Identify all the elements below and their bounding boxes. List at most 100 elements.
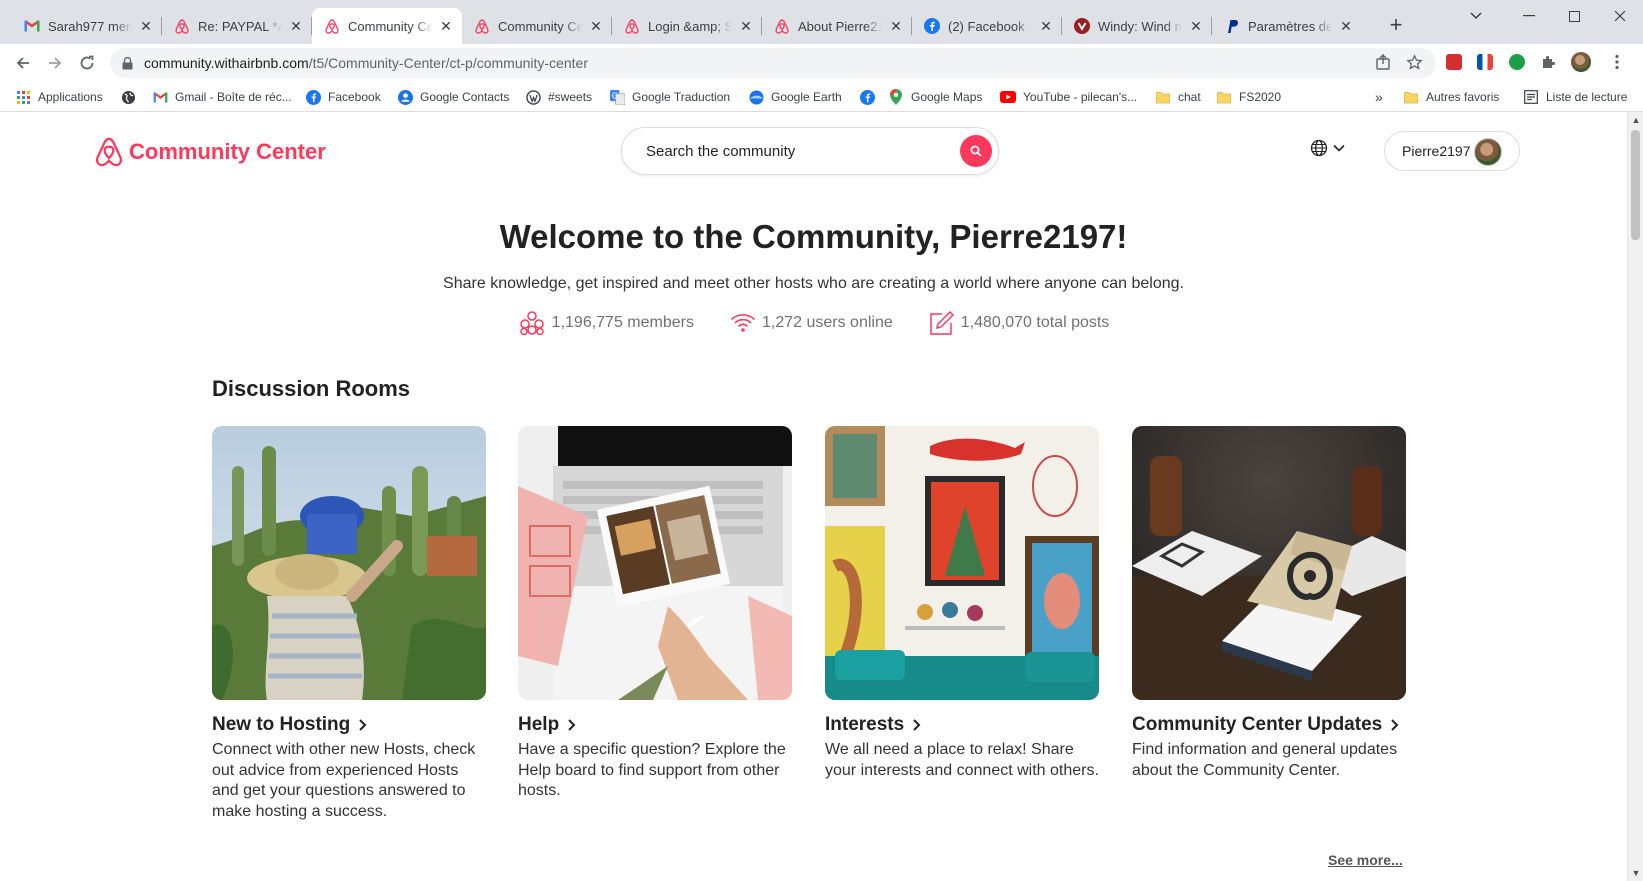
french-flag-icon[interactable] xyxy=(1477,54,1493,70)
room-image-updates[interactable] xyxy=(1132,426,1406,700)
new-tab-button[interactable]: + xyxy=(1384,14,1408,38)
maps-pin-icon xyxy=(888,89,904,105)
back-arrow-icon[interactable] xyxy=(11,51,35,75)
tab-search-chevron-icon[interactable] xyxy=(1453,0,1499,32)
chevron-right-icon xyxy=(568,719,576,731)
tab-title: Sarah977 mentio xyxy=(48,18,132,34)
room-image-interests[interactable] xyxy=(825,426,1099,700)
room-title: Interests xyxy=(825,714,905,735)
reading-list-button[interactable]: Liste de lecture xyxy=(1523,87,1627,107)
chevron-right-icon xyxy=(913,719,921,731)
bookmark-globe[interactable] xyxy=(120,87,143,107)
airbnb-icon xyxy=(95,137,123,167)
room-card-help[interactable]: Help Have a specific question? Explore t… xyxy=(518,426,792,802)
close-icon[interactable]: ✕ xyxy=(588,18,604,34)
maximize-button[interactable] xyxy=(1551,0,1597,32)
airbnb-icon xyxy=(174,18,190,34)
folder-icon xyxy=(1216,89,1232,105)
bookmark-folder-fs2020[interactable]: FS2020 xyxy=(1216,87,1281,107)
tab-2[interactable]: Re: PAYPAL *AIRB ✕ xyxy=(162,8,312,44)
scroll-up-arrow-icon[interactable]: ▲ xyxy=(1628,112,1643,128)
reload-icon[interactable] xyxy=(75,51,99,75)
translate-icon: G xyxy=(609,89,625,105)
tab-7[interactable]: (2) Facebook ✕ xyxy=(912,8,1062,44)
tab-5[interactable]: Login &amp; Secu ✕ xyxy=(612,8,762,44)
share-icon[interactable] xyxy=(1372,51,1394,73)
bookmark-gmail[interactable]: Gmail - Boîte de réc... xyxy=(152,87,292,107)
address-bar[interactable]: community.withairbnb.com/t5/Community-Ce… xyxy=(110,48,1436,78)
tab-title: Windy: Wind ma xyxy=(1098,18,1182,34)
bookmark-facebook[interactable]: Facebook xyxy=(305,87,381,107)
close-icon[interactable]: ✕ xyxy=(1188,18,1204,34)
tab-title: About Pierre2197 xyxy=(798,18,882,34)
see-more-link[interactable]: See more... xyxy=(1328,852,1403,868)
bookmarks-overflow-button[interactable]: » xyxy=(1375,87,1383,107)
close-icon[interactable]: ✕ xyxy=(888,18,904,34)
profile-avatar[interactable] xyxy=(1571,52,1591,72)
room-link[interactable]: Interests xyxy=(825,714,1099,736)
scroll-down-arrow-icon[interactable]: ▼ xyxy=(1628,865,1643,881)
minimize-button[interactable] xyxy=(1506,0,1552,32)
tab-3-active[interactable]: Community Cente ✕ xyxy=(312,8,462,44)
lock-icon[interactable] xyxy=(122,56,134,70)
bookmark-label: chat xyxy=(1178,90,1201,104)
facebook-icon xyxy=(305,89,321,105)
bookmark-label: Gmail - Boîte de réc... xyxy=(175,90,292,104)
bookmark-youtube[interactable]: YouTube - pilecan's... xyxy=(1000,87,1137,107)
bookmark-label: Facebook xyxy=(328,90,381,104)
room-link[interactable]: New to Hosting xyxy=(212,714,486,736)
stat-online: 1,272 users online xyxy=(730,310,893,336)
extension-green-icon[interactable] xyxy=(1509,54,1525,70)
scrollbar-thumb[interactable] xyxy=(1631,130,1640,240)
pencil-post-icon xyxy=(930,310,954,335)
extension-red-icon[interactable] xyxy=(1446,54,1462,70)
language-selector[interactable] xyxy=(1310,139,1345,157)
menu-kebab-icon[interactable] xyxy=(1606,51,1628,73)
user-menu-button[interactable]: Pierre2197 xyxy=(1384,131,1520,171)
bookmark-label: Google Earth xyxy=(771,90,842,104)
site-title: Community Center xyxy=(129,139,326,164)
room-link[interactable]: Community Center Updates xyxy=(1132,714,1406,736)
tab-6[interactable]: About Pierre2197 ✕ xyxy=(762,8,912,44)
forward-arrow-icon[interactable] xyxy=(43,51,67,75)
close-icon[interactable]: ✕ xyxy=(288,18,304,34)
chevron-right-icon xyxy=(1391,719,1399,731)
site-logo[interactable]: Community Center xyxy=(95,137,326,167)
paypal-icon xyxy=(1224,18,1240,34)
tab-4[interactable]: Community Cente ✕ xyxy=(462,8,612,44)
bookmark-folder-chat[interactable]: chat xyxy=(1155,87,1201,107)
tab-1[interactable]: Sarah977 mentio ✕ xyxy=(12,8,162,44)
bookmark-sweets[interactable]: #sweets xyxy=(525,87,592,107)
search-button[interactable] xyxy=(960,135,992,167)
page-title: Welcome to the Community, Pierre2197! xyxy=(499,218,1128,255)
bookmark-google-contacts[interactable]: Google Contacts xyxy=(397,87,509,107)
page-scrollbar[interactable]: ▲ ▼ xyxy=(1627,112,1643,881)
extensions-puzzle-icon[interactable] xyxy=(1537,51,1559,73)
room-image-hosting[interactable] xyxy=(212,426,486,700)
close-icon[interactable]: ✕ xyxy=(438,18,454,34)
bookmark-google-earth[interactable]: Google Earth xyxy=(748,87,842,107)
close-icon[interactable]: ✕ xyxy=(1338,18,1354,34)
tab-9[interactable]: Paramètres de s ✕ xyxy=(1212,8,1362,44)
close-icon[interactable]: ✕ xyxy=(738,18,754,34)
close-icon[interactable]: ✕ xyxy=(138,18,154,34)
close-window-button[interactable] xyxy=(1597,0,1643,32)
room-card-community-updates[interactable]: Community Center Updates Find informatio… xyxy=(1132,426,1406,781)
chevron-right-icon xyxy=(359,719,367,731)
bookmark-applications[interactable]: Applications xyxy=(15,87,103,107)
bookmark-star-icon[interactable] xyxy=(1403,51,1425,73)
bookmark-google-translate[interactable]: G Google Traduction xyxy=(609,87,730,107)
tab-8[interactable]: Windy: Wind ma ✕ xyxy=(1062,8,1212,44)
search-input[interactable] xyxy=(646,142,946,160)
globe-icon xyxy=(120,89,136,105)
bookmark-label: Google Contacts xyxy=(420,90,510,104)
close-icon[interactable]: ✕ xyxy=(1038,18,1054,34)
bookmark-label: Google Traduction xyxy=(632,90,731,104)
room-image-help[interactable] xyxy=(518,426,792,700)
room-card-interests[interactable]: Interests We all need a place to relax! … xyxy=(825,426,1099,781)
room-link[interactable]: Help xyxy=(518,714,792,736)
bookmark-google-maps[interactable]: Google Maps xyxy=(888,87,982,107)
bookmark-other-favorites[interactable]: Autres favoris xyxy=(1403,87,1499,107)
room-card-new-to-hosting[interactable]: New to Hosting Connect with other new Ho… xyxy=(212,426,486,822)
bookmark-facebook-2[interactable] xyxy=(859,87,882,107)
